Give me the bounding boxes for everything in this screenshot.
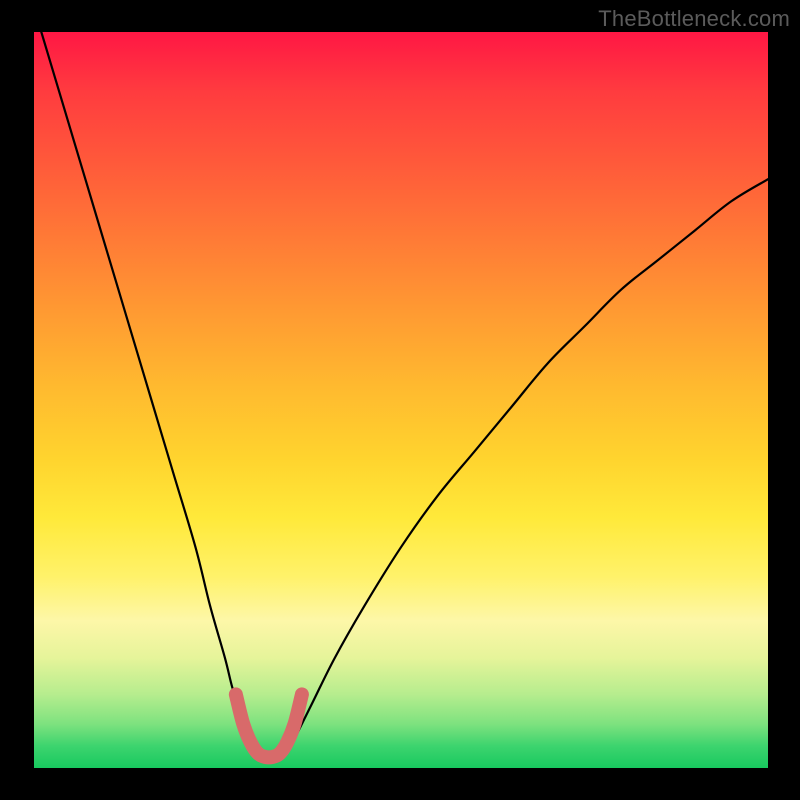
bottleneck-curve (34, 32, 768, 768)
watermark-text: TheBottleneck.com (598, 6, 790, 32)
chart-frame: TheBottleneck.com (0, 0, 800, 800)
plot-area (34, 32, 768, 768)
